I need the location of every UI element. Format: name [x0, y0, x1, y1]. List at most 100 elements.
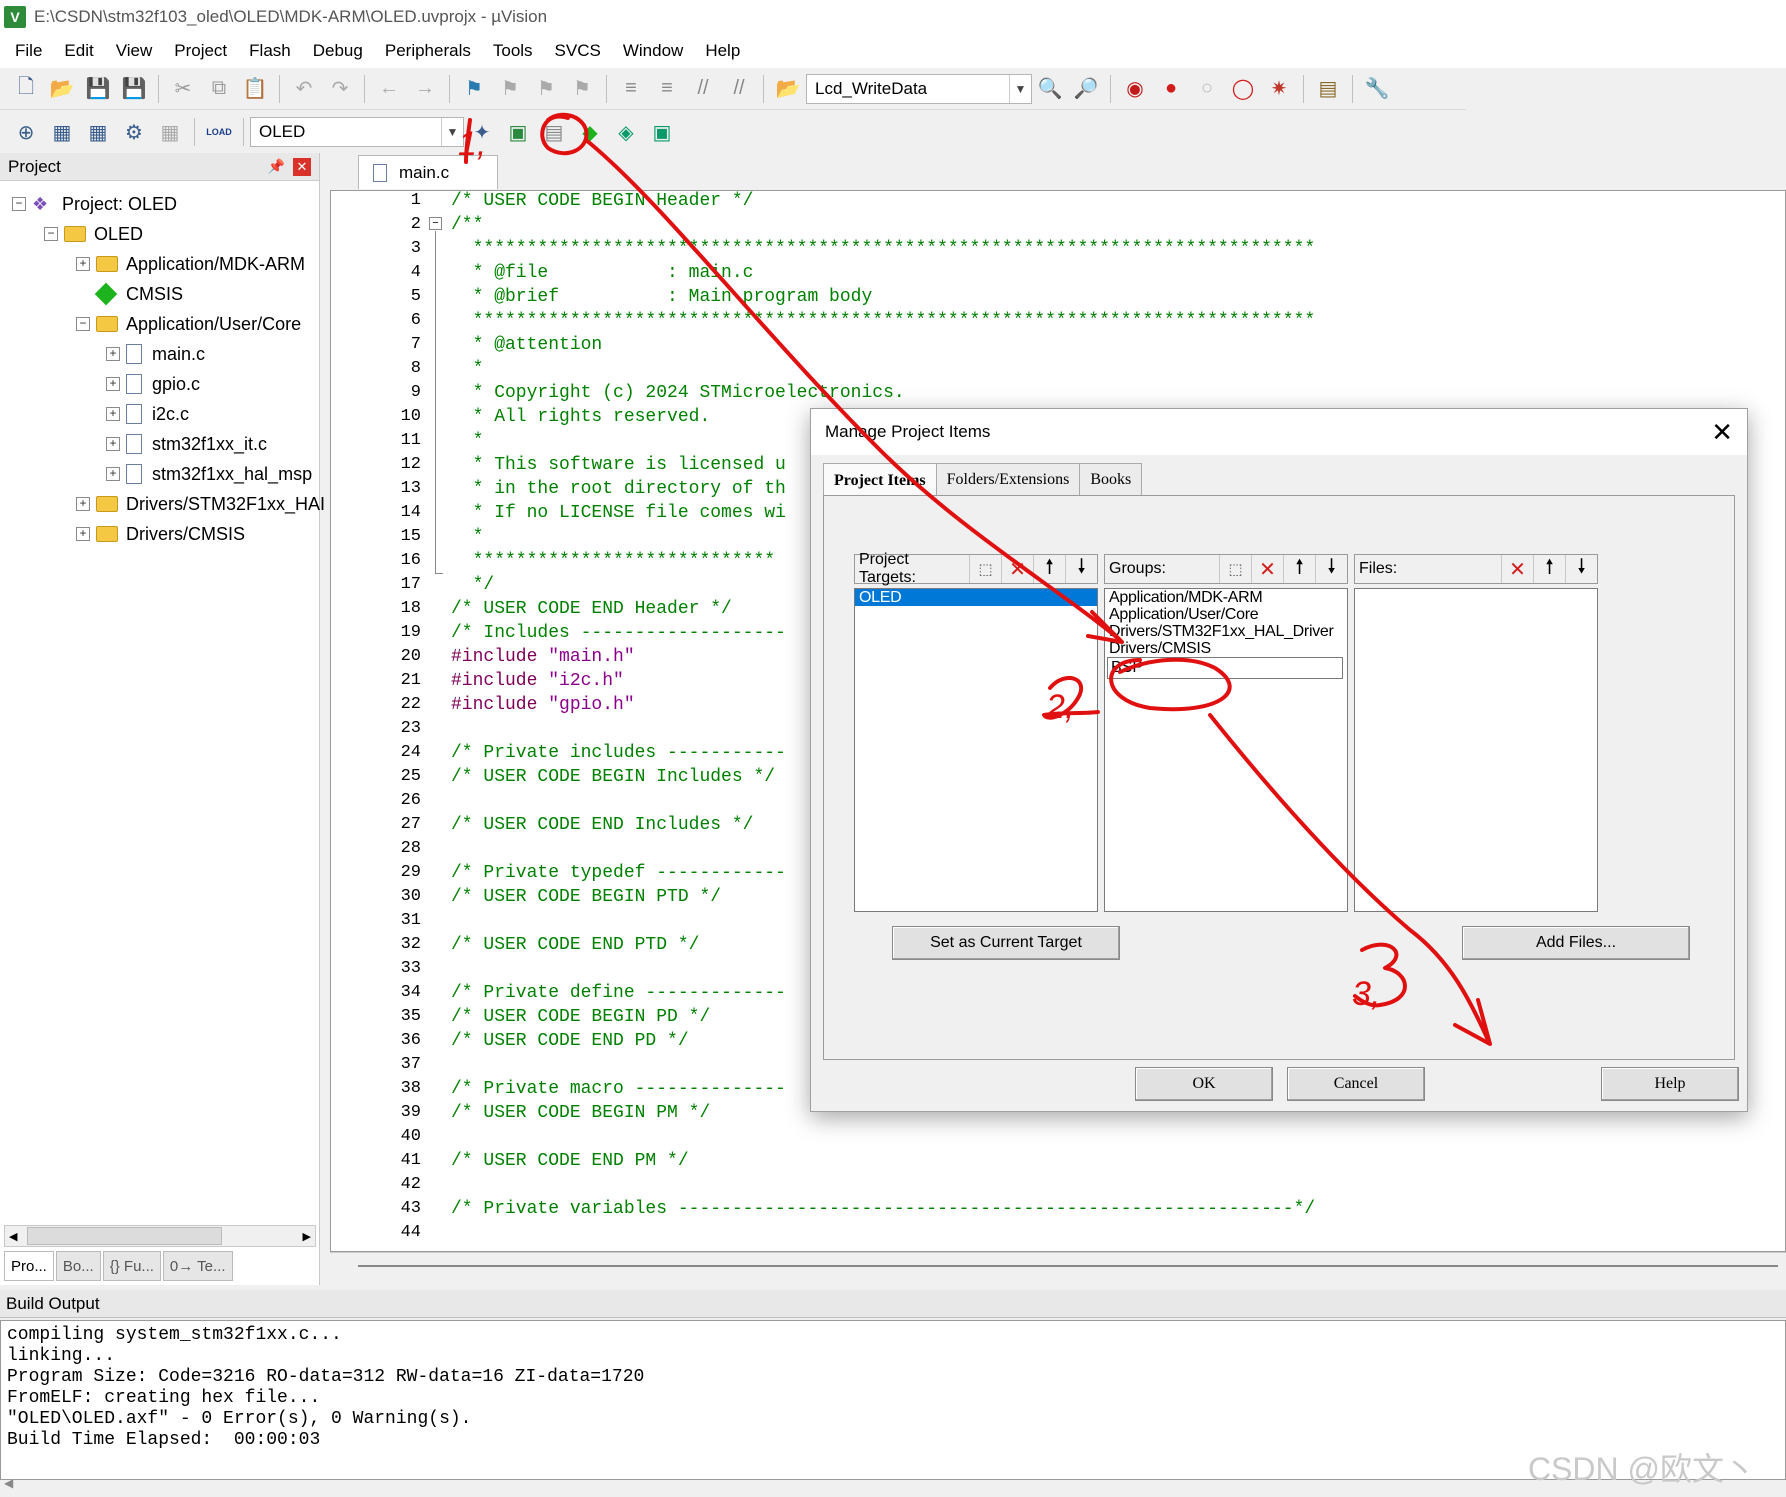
editor-scrollbar[interactable]	[330, 1252, 1786, 1282]
new-item-icon[interactable]: ⬚	[1219, 555, 1251, 583]
paste-icon[interactable]: 📋	[239, 73, 271, 105]
code-line[interactable]: * All rights reserved.	[451, 407, 711, 427]
undo-icon[interactable]: ↶	[288, 73, 320, 105]
stop-build-icon[interactable]: ▦	[154, 116, 186, 148]
debug-session-icon[interactable]: ◉	[1119, 73, 1151, 105]
collapse-icon[interactable]: −	[12, 197, 26, 211]
tab-project[interactable]: Pro...	[4, 1251, 54, 1281]
menu-window[interactable]: Window	[612, 34, 694, 68]
scrollbar-track[interactable]	[358, 1265, 1778, 1267]
list-item-target[interactable]: OLED	[855, 589, 1097, 606]
code-line[interactable]: /* USER CODE END PTD */	[451, 935, 699, 955]
tree-item-file[interactable]: + stm32f1xx_it.c	[0, 429, 318, 459]
menu-svcs[interactable]: SVCS	[544, 34, 612, 68]
tree-item-group[interactable]: + Application/MDK-ARM	[0, 249, 318, 279]
code-line[interactable]: #include "main.h"	[451, 647, 635, 667]
tab-functions[interactable]: {} Fu...	[102, 1251, 161, 1281]
move-up-icon[interactable]: 🠕	[1283, 555, 1315, 583]
ok-button[interactable]: OK	[1135, 1067, 1273, 1101]
code-line[interactable]: /* Private macro --------------	[451, 1079, 786, 1099]
manage-run-time-environment-icon[interactable]: ◆	[574, 116, 606, 148]
fold-collapse-icon[interactable]: −	[429, 217, 442, 230]
bookmark-clear-icon[interactable]: ⚑	[566, 73, 598, 105]
help-button[interactable]: Help	[1601, 1067, 1739, 1101]
expand-icon[interactable]: +	[106, 407, 120, 421]
code-line[interactable]: /* USER CODE BEGIN Includes */	[451, 767, 775, 787]
collapse-icon[interactable]: −	[76, 317, 90, 331]
breakpoint-disable-icon[interactable]: ○	[1191, 73, 1223, 105]
bookmark-icon[interactable]: ⚑	[458, 73, 490, 105]
menu-view[interactable]: View	[105, 34, 164, 68]
groups-list[interactable]: Application/MDK-ARM Application/User/Cor…	[1104, 588, 1348, 912]
close-icon[interactable]: ✕	[1711, 417, 1733, 447]
target-select[interactable]: OLED ▼	[250, 117, 464, 147]
configure-icon[interactable]: 🔧	[1361, 73, 1393, 105]
expand-icon[interactable]: +	[76, 257, 90, 271]
code-line[interactable]: /* USER CODE END Includes */	[451, 815, 753, 835]
move-down-icon[interactable]: 🠗	[1565, 555, 1597, 583]
tree-item-group[interactable]: + Drivers/STM32F1xx_HAI	[0, 489, 325, 519]
new-item-icon[interactable]: ⬚	[969, 555, 1001, 583]
code-line[interactable]: /* Private includes -----------	[451, 743, 786, 763]
tab-main-c[interactable]: main.c	[358, 155, 498, 189]
code-line[interactable]: /**	[451, 215, 483, 235]
tab-books[interactable]: Books	[1079, 463, 1143, 495]
list-item-group[interactable]: Drivers/STM32F1xx_HAL_Driver	[1105, 623, 1347, 640]
move-up-icon[interactable]: 🠕	[1033, 555, 1065, 583]
code-line[interactable]: /* Private define -------------	[451, 983, 786, 1003]
tree-item-target[interactable]: − OLED	[0, 219, 318, 249]
find-in-files-icon[interactable]: 📂	[772, 73, 804, 105]
code-line[interactable]: /* USER CODE BEGIN PTD */	[451, 887, 721, 907]
code-line[interactable]: /* USER CODE END PM */	[451, 1151, 689, 1171]
delete-icon[interactable]: ✕	[1501, 555, 1533, 583]
project-panel-scrollbar[interactable]: ◀ ▶	[4, 1225, 316, 1247]
redo-icon[interactable]: ↷	[324, 73, 356, 105]
nav-forward-icon[interactable]: →	[409, 73, 441, 105]
move-down-icon[interactable]: 🠗	[1315, 555, 1347, 583]
tree-item-file[interactable]: + stm32f1xx_hal_msp	[0, 459, 318, 489]
pack-installer-2-icon[interactable]: ▣	[646, 116, 678, 148]
code-line[interactable]: * @brief : Main program body	[451, 287, 873, 307]
tab-folders-extensions[interactable]: Folders/Extensions	[935, 463, 1081, 495]
expand-icon[interactable]: +	[76, 527, 90, 541]
list-item-group[interactable]: Drivers/CMSIS	[1105, 640, 1347, 657]
code-line[interactable]: /* USER CODE END Header */	[451, 599, 732, 619]
list-item-group[interactable]: Application/User/Core	[1105, 606, 1347, 623]
menu-edit[interactable]: Edit	[53, 34, 104, 68]
batch-build-icon[interactable]: ⚙	[118, 116, 150, 148]
tree-item-file[interactable]: + gpio.c	[0, 369, 318, 399]
code-line[interactable]: #include "i2c.h"	[451, 671, 624, 691]
pack-installer-icon[interactable]: ◈	[610, 116, 642, 148]
expand-icon[interactable]: +	[106, 347, 120, 361]
build-output-panel[interactable]: compiling system_stm32f1xx.c... linking..…	[0, 1320, 1786, 1480]
function-combo[interactable]: Lcd_WriteData ▼	[806, 73, 1032, 104]
project-targets-list[interactable]: OLED	[854, 588, 1098, 912]
new-file-icon[interactable]: 🗋	[10, 73, 42, 105]
delete-icon[interactable]: ✕	[1251, 555, 1283, 583]
expand-icon[interactable]: +	[106, 467, 120, 481]
code-line[interactable]: *	[451, 527, 484, 547]
menu-help[interactable]: Help	[694, 34, 751, 68]
expand-icon[interactable]: +	[106, 377, 120, 391]
target-options-icon[interactable]: ✦	[466, 116, 498, 148]
code-line[interactable]: /* USER CODE BEGIN Header */	[451, 191, 753, 211]
nav-back-icon[interactable]: ←	[373, 73, 405, 105]
group-name-input[interactable]: BSP	[1107, 657, 1343, 679]
window-layout-icon[interactable]: ▤	[1312, 73, 1344, 105]
code-line[interactable]: * This software is licensed u	[451, 455, 786, 475]
code-line[interactable]: * @file : main.c	[451, 263, 754, 283]
open-file-icon[interactable]: 📂	[46, 73, 78, 105]
menu-file[interactable]: File	[4, 34, 53, 68]
code-line[interactable]: /* USER CODE BEGIN PM */	[451, 1103, 710, 1123]
manage-project-items-icon[interactable]: ▣	[502, 116, 534, 148]
menu-project[interactable]: Project	[163, 34, 238, 68]
list-item-group[interactable]: Application/MDK-ARM	[1105, 589, 1347, 606]
expand-icon[interactable]: +	[106, 437, 120, 451]
tree-item-cmsis[interactable]: CMSIS	[0, 279, 318, 309]
tree-item-file[interactable]: + main.c	[0, 339, 318, 369]
tree-item-group[interactable]: + Drivers/CMSIS	[0, 519, 318, 549]
scroll-right-icon[interactable]: ▶	[303, 1230, 315, 1243]
menu-debug[interactable]: Debug	[302, 34, 374, 68]
save-all-icon[interactable]: 💾	[118, 73, 150, 105]
collapse-icon[interactable]: −	[44, 227, 58, 241]
